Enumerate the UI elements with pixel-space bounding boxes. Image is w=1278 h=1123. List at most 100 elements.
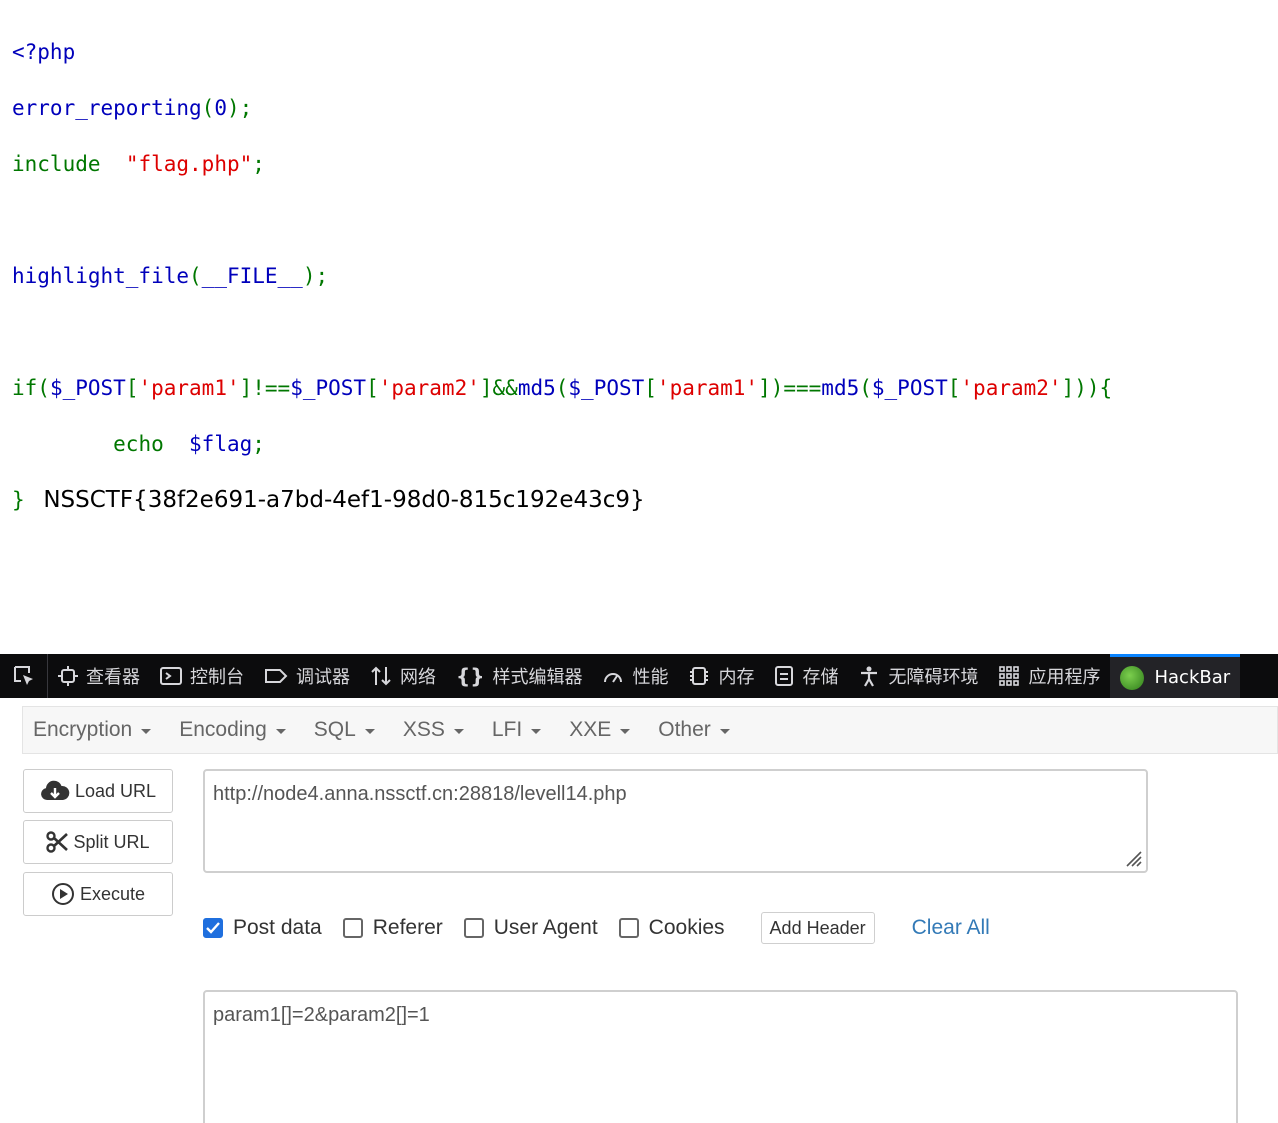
load-url-button[interactable]: Load URL [23, 769, 173, 813]
menu-label: Encryption [33, 718, 133, 741]
paren: ( [37, 376, 50, 400]
post-var: $_POST [290, 376, 367, 400]
menu-encoding[interactable]: Encoding [179, 718, 286, 742]
execute-button[interactable]: Execute [23, 872, 173, 916]
user-agent-checkbox[interactable]: User Agent [463, 916, 598, 940]
menu-label: Other [658, 718, 711, 741]
code-line-1: <?php [12, 38, 1112, 66]
string-literal: "flag.php" [125, 152, 253, 176]
code-line-7: if($_POST['param1']!==$_POST['param2']&&… [12, 374, 1112, 402]
resize-handle-icon[interactable] [1121, 846, 1143, 868]
fn-highlight-file: highlight_file [12, 264, 190, 288]
tab-label: 无障碍环境 [888, 667, 979, 688]
split-url-button[interactable]: Split URL [23, 820, 173, 864]
caret-down-icon [141, 728, 152, 734]
menu-encryption[interactable]: Encryption [33, 718, 152, 742]
string-literal: 'param2' [960, 376, 1062, 400]
inspector-icon [58, 666, 78, 686]
string-literal: 'param1' [138, 376, 240, 400]
php-open-tag: <?php [12, 40, 76, 64]
post-data-input[interactable]: param1[]=2&param2[]=1 [203, 990, 1238, 1123]
tab-inspector[interactable]: 查看器 [48, 654, 150, 698]
tab-accessibility[interactable]: 无障碍环境 [848, 654, 988, 698]
tab-debugger[interactable]: 调试器 [254, 654, 360, 698]
number-literal: 0 [214, 96, 227, 120]
storage-icon [775, 666, 794, 686]
play-circle-icon [51, 883, 74, 905]
memory-icon [690, 667, 709, 685]
tab-label: 应用程序 [1028, 667, 1101, 688]
performance-icon [604, 673, 623, 683]
tab-label: 内存 [718, 667, 755, 688]
tab-label: 控制台 [190, 667, 244, 688]
menu-label: XSS [402, 718, 445, 741]
checkbox-icon [463, 918, 484, 938]
operator: ]&& [479, 376, 518, 400]
post-var: $_POST [49, 376, 126, 400]
post-data-label: Post data [233, 916, 322, 939]
paren: ( [201, 96, 215, 120]
cookies-label: Cookies [648, 916, 725, 939]
tab-label: 网络 [400, 667, 436, 688]
operator: ])=== [758, 376, 822, 400]
tab-label: HackBar [1154, 667, 1231, 688]
brace-close: } [12, 488, 25, 512]
tab-network[interactable]: 网络 [360, 654, 446, 698]
tab-memory[interactable]: 内存 [678, 654, 764, 698]
accessibility-icon [861, 666, 878, 687]
tab-storage[interactable]: 存储 [764, 654, 848, 698]
cloud-download-icon [41, 780, 70, 800]
code-line-9: } NSSCTF{38f2e691-a7bd-4ef1-98d0-815c192… [12, 486, 1112, 514]
tab-style-editor[interactable]: {} 样式编辑器 [446, 654, 592, 698]
menu-xss[interactable]: XSS [403, 718, 464, 742]
split-url-label: Split URL [73, 831, 150, 852]
console-icon [160, 667, 182, 685]
caret-down-icon [453, 728, 464, 734]
url-input[interactable]: http://node4.anna.nssctf.cn:28818/levell… [203, 769, 1148, 873]
post-data-checkbox[interactable]: Post data [203, 916, 322, 940]
caret-down-icon [620, 728, 631, 734]
file-constant: __FILE__ [201, 264, 303, 288]
menu-label: Encoding [179, 718, 267, 741]
referer-label: Referer [372, 916, 443, 939]
string-literal: 'param1' [656, 376, 759, 400]
code-line-3: include "flag.php"; [12, 150, 1112, 178]
checkbox-checked-icon [203, 918, 223, 938]
referer-checkbox[interactable]: Referer [342, 916, 443, 940]
element-picker-button[interactable] [0, 654, 48, 698]
style-editor-icon: {} [456, 664, 485, 688]
tab-hackbar[interactable]: HackBar [1110, 654, 1241, 698]
post-data-value: param1[]=2&param2[]=1 [213, 1004, 430, 1026]
checkbox-icon [342, 918, 363, 938]
paren-close: ); [302, 264, 329, 288]
menu-other[interactable]: Other [658, 718, 730, 742]
flag-output: NSSCTF{38f2e691-a7bd-4ef1-98d0-815c192e4… [43, 487, 645, 513]
devtools-toolbar: 查看器 控制台 调试器 网络 {} 样式编辑器 性能 内存 存储 无障碍环境 应 [0, 654, 1278, 698]
code-line-8: echo $flag; [12, 430, 1112, 458]
tab-application[interactable]: 应用程序 [988, 654, 1110, 698]
add-header-button[interactable]: Add Header [760, 912, 875, 944]
bracket: [ [644, 376, 657, 400]
menu-lfi[interactable]: LFI [492, 718, 542, 742]
tab-performance[interactable]: 性能 [592, 654, 678, 698]
tab-label: 性能 [632, 667, 669, 688]
paren-close: ); [226, 96, 253, 120]
code-line-5: highlight_file(__FILE__); [12, 262, 1112, 290]
code-line-2: error_reporting(0); [12, 94, 1112, 122]
fn-error-reporting: error_reporting [12, 96, 202, 120]
string-literal: 'param2' [378, 376, 480, 400]
echo-keyword: echo [113, 432, 164, 456]
menu-label: SQL [313, 718, 356, 741]
execute-label: Execute [79, 883, 146, 904]
menu-sql[interactable]: SQL [314, 718, 375, 742]
tab-console[interactable]: 控制台 [150, 654, 254, 698]
network-icon [371, 666, 391, 686]
bracket: [ [366, 376, 379, 400]
application-icon [999, 666, 1020, 686]
clear-all-link[interactable]: Clear All [912, 916, 990, 940]
cookies-checkbox[interactable]: Cookies [618, 916, 725, 940]
fn-md5: md5 [821, 376, 860, 400]
tab-label: 样式编辑器 [492, 667, 583, 688]
menu-xxe[interactable]: XXE [569, 718, 631, 742]
